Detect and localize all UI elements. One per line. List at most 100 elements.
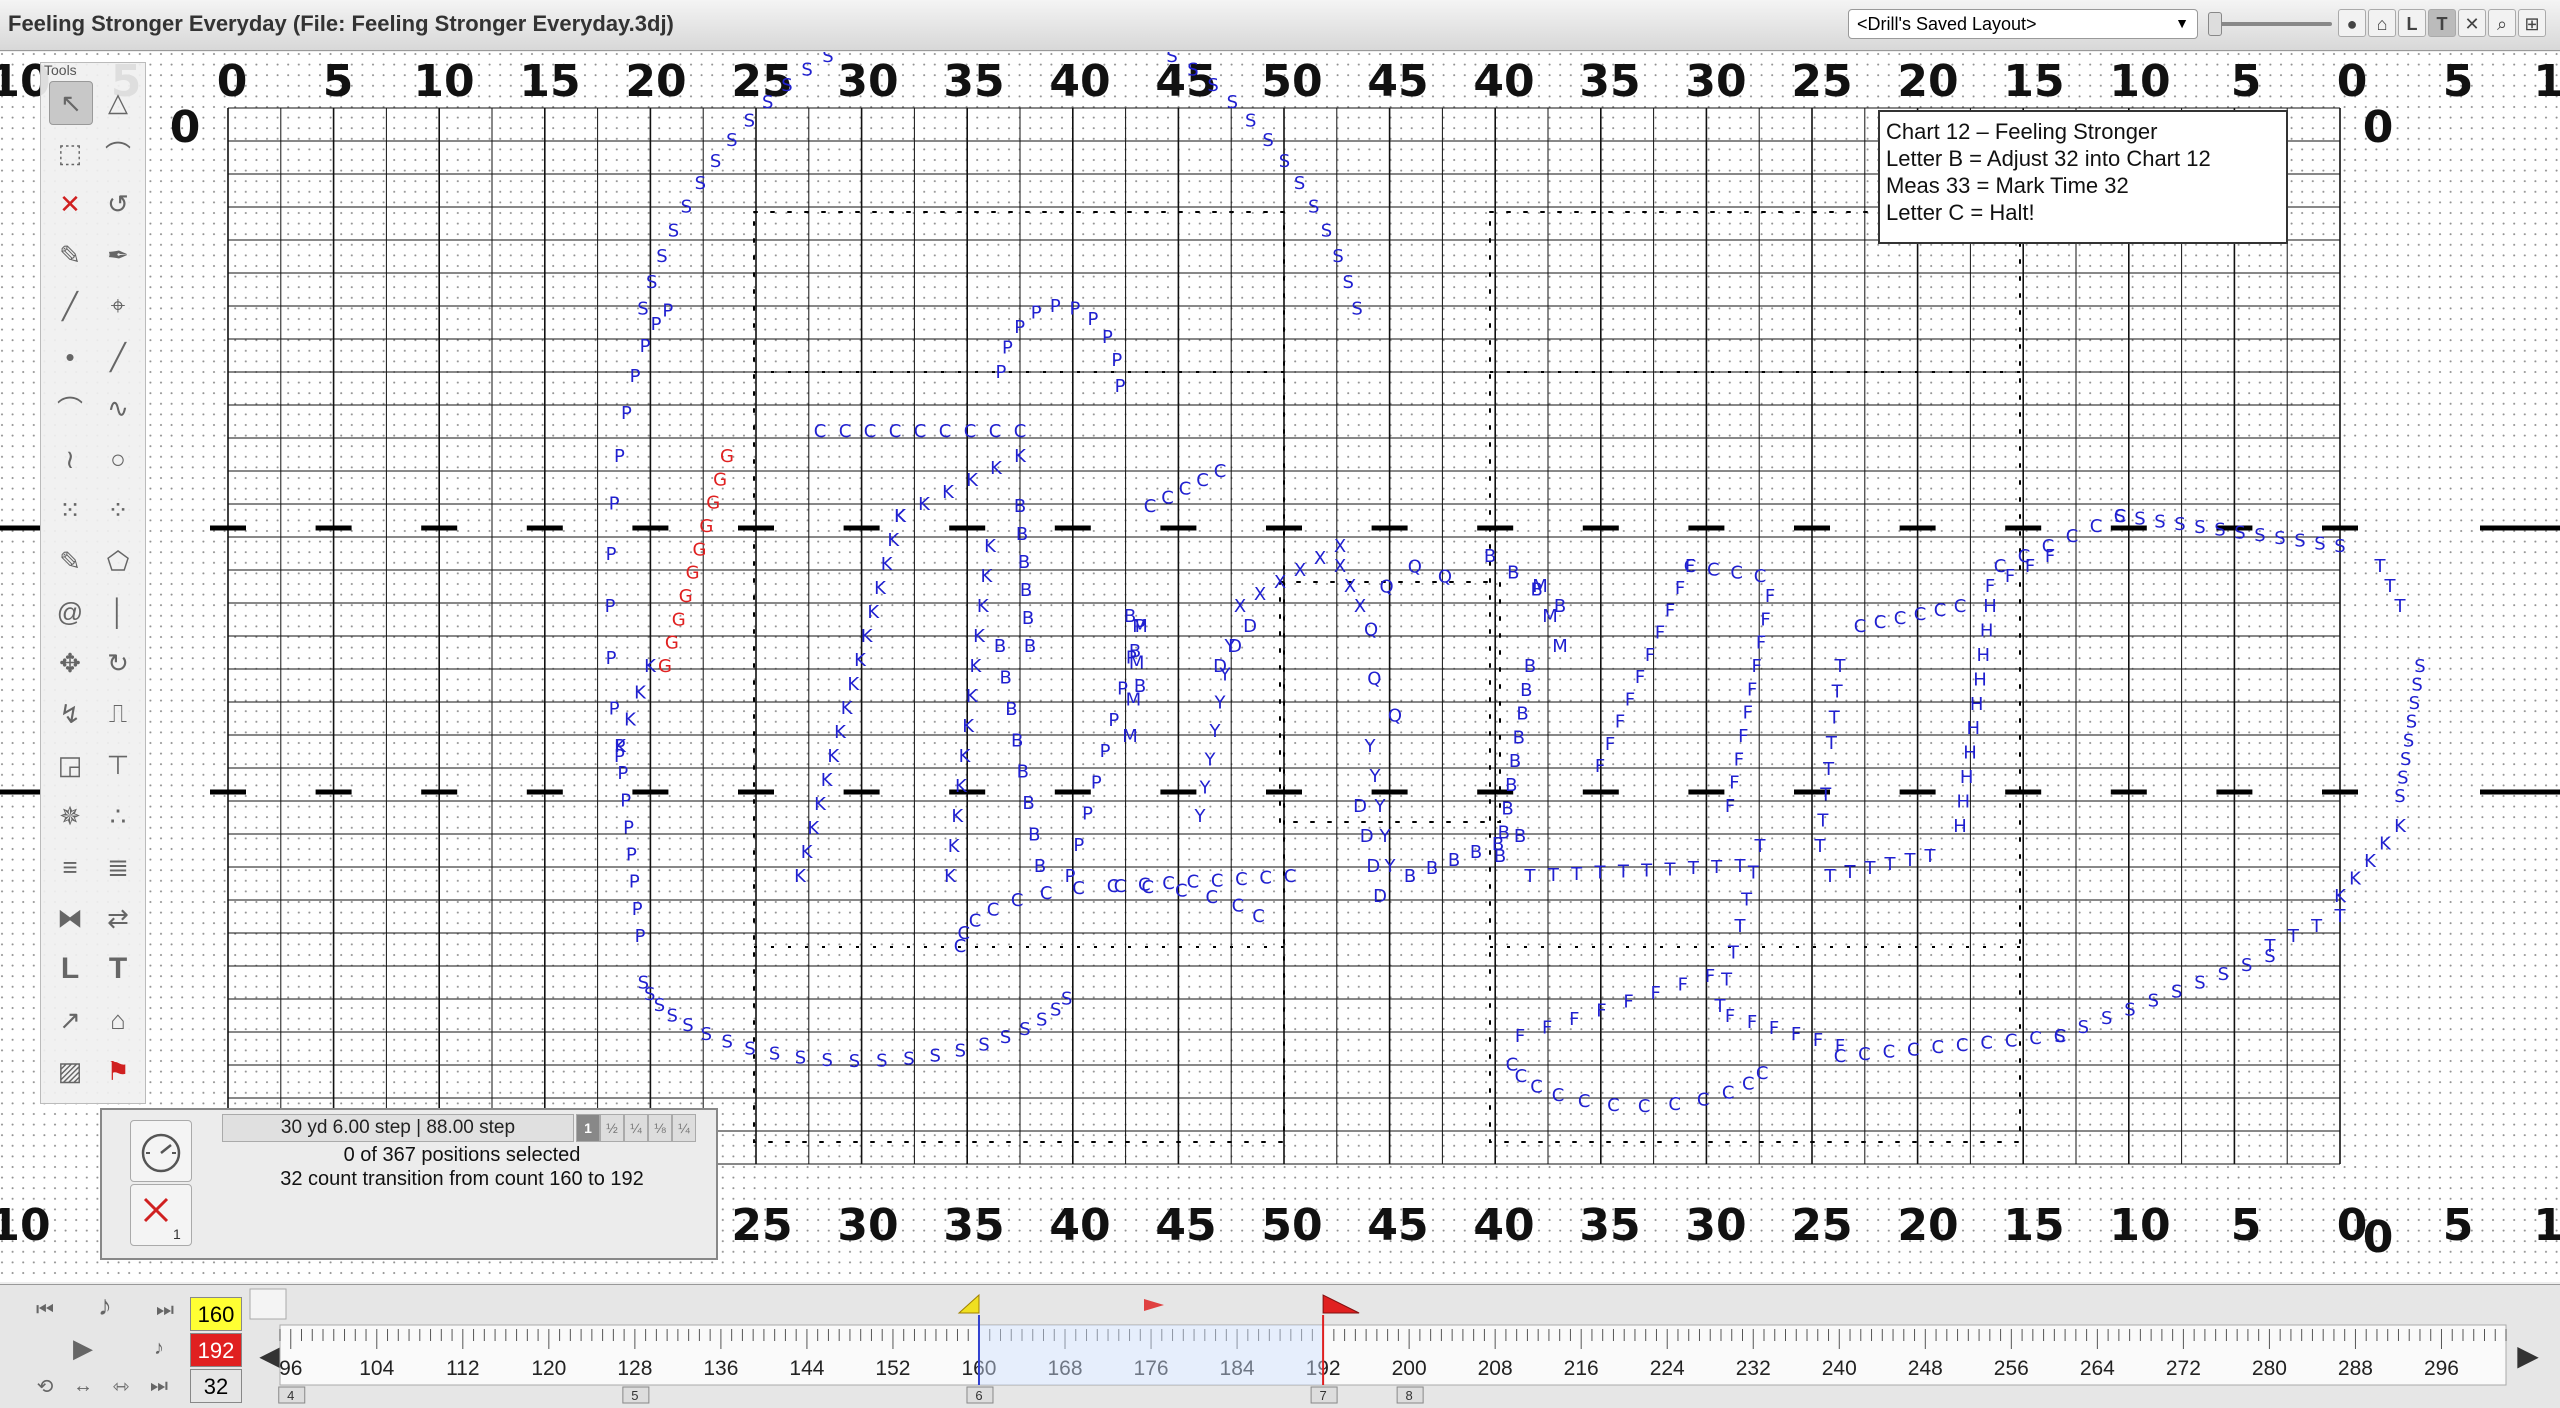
performer: C <box>1883 1042 1896 1063</box>
zoom-slider-handle[interactable] <box>2208 12 2222 36</box>
performer: T <box>1720 969 1733 990</box>
scale-icon[interactable]: ◲ <box>49 744 91 786</box>
align-left-icon[interactable]: ≡ <box>49 846 91 888</box>
yard-label-bottom: 45 <box>1367 1200 1428 1251</box>
step-fraction-half[interactable]: ½ <box>600 1114 624 1142</box>
collision-icon[interactable]: 1 <box>130 1184 192 1246</box>
performer: T <box>1734 916 1747 937</box>
step-fraction-quarter[interactable]: ¼ <box>624 1114 648 1142</box>
grid-button[interactable]: ⊞ <box>2518 9 2546 37</box>
home-button[interactable]: ⌂ <box>2368 9 2396 37</box>
performer: F <box>1596 1000 1606 1021</box>
step-fraction-1[interactable]: 1 <box>576 1114 600 1142</box>
performer: G <box>665 633 679 654</box>
performer: D <box>1373 886 1387 907</box>
location-pin-icon[interactable]: ⌖ <box>97 285 139 327</box>
performer: C <box>1187 872 1200 893</box>
performer: F <box>1760 609 1770 630</box>
performer: C <box>2114 506 2127 527</box>
count-tick-label: 248 <box>1908 1357 1943 1380</box>
align-center-icon[interactable]: ≣ <box>97 846 139 888</box>
end-zone-label: 0 <box>2363 1212 2394 1263</box>
expand-icon[interactable]: ✵ <box>49 795 91 837</box>
count-tick-label: 152 <box>875 1357 910 1380</box>
performer: C <box>1874 612 1887 633</box>
chart-note-box[interactable]: Chart 12 – Feeling Stronger Letter B = A… <box>1878 110 2288 244</box>
performer: S <box>667 1006 678 1027</box>
lasso-triangle-icon[interactable]: △ <box>97 81 139 123</box>
performer: K <box>977 596 990 617</box>
performer: C <box>1684 556 1697 577</box>
count-ruler[interactable]: 96 104 112 120 128 136 144 152 160 168 176 184 192 20… <box>0 1285 2560 1408</box>
step-fraction-other[interactable]: ¼ <box>672 1114 696 1142</box>
move-icon[interactable]: ✥ <box>49 642 91 684</box>
performer: T <box>1828 707 1841 728</box>
performer: S <box>801 60 812 81</box>
spiral-icon[interactable]: @ <box>49 591 91 633</box>
pen-icon[interactable]: ✒ <box>97 234 139 276</box>
saved-layout-select[interactable]: <Drill's Saved Layout> ▼ <box>1848 9 2198 39</box>
path-icon[interactable]: ╱ <box>49 285 91 327</box>
performer: S <box>1187 60 1198 81</box>
performer: C <box>1252 906 1265 927</box>
performer: T <box>2394 596 2407 617</box>
arrow-path-icon[interactable]: ↗ <box>49 999 91 1041</box>
lasso-icon[interactable]: ⌒ <box>97 132 139 174</box>
text-toggle[interactable]: T <box>2428 9 2456 37</box>
count-tick-label: 224 <box>1650 1357 1685 1380</box>
freehand-icon[interactable]: ✎ <box>49 540 91 582</box>
rotate-icon[interactable]: ↻ <box>97 642 139 684</box>
performer: G <box>720 446 734 467</box>
arc-icon[interactable]: ⌒ <box>49 387 91 429</box>
dot-icon[interactable]: • <box>49 336 91 378</box>
t-shape-icon[interactable]: ⊤ <box>97 744 139 786</box>
close-x-button[interactable]: ✕ <box>2458 9 2486 37</box>
performer: P <box>620 790 631 811</box>
delete-x-icon[interactable]: ✕ <box>49 183 91 225</box>
swap-icon[interactable]: ⇄ <box>97 897 139 939</box>
image-icon[interactable]: ▨ <box>49 1050 91 1092</box>
yard-label-bottom: 25 <box>731 1200 792 1251</box>
follow-icon[interactable]: ↯ <box>49 693 91 735</box>
gauge-icon[interactable] <box>130 1120 192 1182</box>
bezier-icon[interactable]: ≀ <box>49 438 91 480</box>
marquee-select-icon[interactable]: ⬚ <box>49 132 91 174</box>
performer: G <box>706 493 720 514</box>
chart-note-line: Chart 12 – Feeling Stronger <box>1886 119 2158 144</box>
yard-label-bottom: 30 <box>1685 1200 1746 1251</box>
performer: P <box>1050 296 1061 317</box>
performer: T <box>2264 936 2277 957</box>
performer: S <box>1207 75 1218 96</box>
line-icon[interactable]: ╱ <box>97 336 139 378</box>
select-arrow-icon[interactable]: ↖ <box>49 81 93 125</box>
performer: T <box>1834 656 1847 677</box>
pencil-icon[interactable]: ✎ <box>49 234 91 276</box>
yard-label-bottom: 10 <box>0 1200 51 1251</box>
curve-icon[interactable]: ∿ <box>97 387 139 429</box>
circle-icon[interactable]: ○ <box>97 438 139 480</box>
wave-icon[interactable]: ⎍ <box>97 693 139 735</box>
mirror-icon[interactable]: ⧓ <box>49 897 91 939</box>
zoom-slider[interactable] <box>2212 22 2332 26</box>
tools-palette-title: Tools <box>44 62 77 78</box>
flag-icon[interactable]: ⚑ <box>97 1050 139 1092</box>
performer: T <box>1825 733 1838 754</box>
zoom-fit-button[interactable]: ● <box>2338 9 2366 37</box>
step-fraction-eighth[interactable]: ⅛ <box>648 1114 672 1142</box>
vertical-line-icon[interactable]: │ <box>97 591 139 633</box>
polygon-icon[interactable]: ⬠ <box>97 540 139 582</box>
performer: K <box>644 656 657 677</box>
grid-dots-icon[interactable]: ⁘ <box>97 489 139 531</box>
text-t-icon[interactable]: T <box>97 948 139 990</box>
fan-icon[interactable]: ∴ <box>97 795 139 837</box>
block-icon[interactable]: ⁙ <box>49 489 91 531</box>
label-l-icon[interactable]: L <box>49 948 91 990</box>
performer: T <box>1734 856 1747 877</box>
history-icon[interactable]: ↺ <box>97 183 139 225</box>
yard-label-bottom: 10 <box>2109 1200 2170 1251</box>
performer: S <box>2409 693 2420 714</box>
label-toggle[interactable]: L <box>2398 9 2426 37</box>
performer: F <box>1678 975 1688 996</box>
search-button[interactable]: ⌕ <box>2488 9 2516 37</box>
home-icon[interactable]: ⌂ <box>97 999 139 1041</box>
